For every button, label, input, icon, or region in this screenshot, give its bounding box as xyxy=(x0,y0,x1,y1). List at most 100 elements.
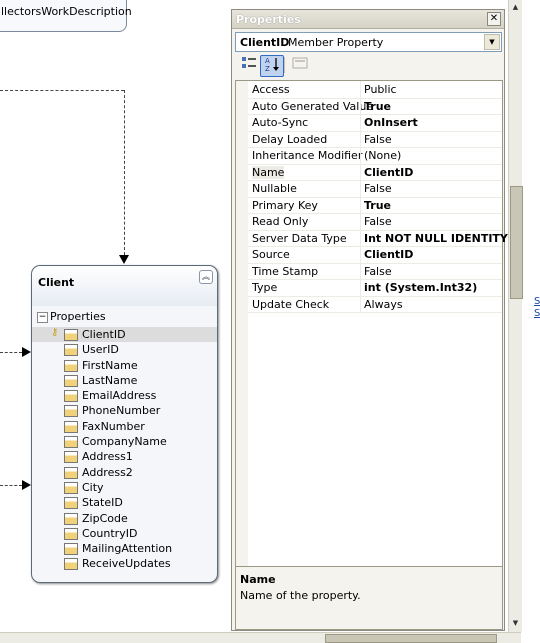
property-name-cell: Source xyxy=(252,248,290,261)
property-value-cell[interactable]: int (System.Int32) xyxy=(364,281,477,294)
property-value-cell[interactable]: ClientID xyxy=(364,166,413,179)
property-value-cell[interactable]: Public xyxy=(364,83,397,96)
properties-window: Properties ✕ ClientID Member Property ▼ … xyxy=(231,9,508,631)
property-grid-row[interactable]: Server Data Type Int NOT NULL IDENTITY xyxy=(248,229,508,247)
entity-property-row[interactable]: City xyxy=(32,480,217,495)
entity-header[interactable]: Client ︽ xyxy=(32,266,217,306)
property-name-cell: Time Stamp xyxy=(252,264,319,278)
entity-property-row[interactable]: EmailAddress xyxy=(32,388,217,403)
property-icon xyxy=(64,329,78,341)
column-divider xyxy=(360,279,361,296)
scroll-thumb[interactable] xyxy=(510,186,523,299)
client-entity-shape[interactable]: Client ︽ − Properties ⚷ ClientID UserID Fir… xyxy=(31,265,218,583)
property-name-cell: Server Data Type xyxy=(252,231,347,245)
entity-property-name: PhoneNumber xyxy=(82,404,161,418)
column-divider xyxy=(360,196,361,213)
scroll-up-icon[interactable]: ▲ xyxy=(510,2,521,13)
entity-property-name: CountryID xyxy=(82,526,138,540)
entity-property-row[interactable]: MailingAttention xyxy=(32,541,217,556)
property-value-cell[interactable]: True xyxy=(364,199,391,212)
property-grid-row[interactable]: Delay Loaded False xyxy=(248,130,502,148)
property-icon xyxy=(64,527,78,540)
entity-property-row[interactable]: UserID xyxy=(32,342,217,357)
collapse-minus-icon[interactable]: − xyxy=(37,312,48,323)
property-icon xyxy=(64,405,78,418)
horizontal-scrollbar[interactable] xyxy=(0,632,521,643)
property-value-cell[interactable]: False xyxy=(364,215,392,228)
property-value-cell[interactable]: ClientID xyxy=(364,248,413,261)
property-grid-row[interactable]: Auto Generated Value True xyxy=(248,97,502,115)
entity-property-name: City xyxy=(82,480,104,494)
column-divider xyxy=(360,213,361,230)
entity-property-row[interactable]: StateID xyxy=(32,495,217,510)
property-icon xyxy=(64,512,78,525)
object-selector[interactable]: ClientID Member Property ▼ xyxy=(235,32,502,52)
entity-property-row[interactable]: ReceiveUpdates xyxy=(32,556,217,571)
property-grid-row[interactable]: Time Stamp False xyxy=(248,262,502,280)
property-value-cell[interactable]: Int NOT NULL IDENTITY xyxy=(364,232,508,245)
clipped-link[interactable]: S xyxy=(534,308,540,319)
property-value-cell[interactable]: True xyxy=(364,100,391,113)
property-icon xyxy=(64,359,78,372)
property-icon xyxy=(64,558,78,571)
property-name-cell: Auto-Sync xyxy=(252,116,309,129)
properties-title-bar[interactable]: Properties ✕ xyxy=(232,10,504,29)
close-icon[interactable]: ✕ xyxy=(487,12,501,26)
entity-property-row[interactable]: ZipCode xyxy=(32,511,217,526)
entity-property-row[interactable]: FirstName xyxy=(32,358,217,373)
entity-shape-top[interactable]: llectorsWorkDescription xyxy=(0,0,132,32)
column-divider xyxy=(360,130,361,147)
property-grid-row[interactable]: Nullable False xyxy=(248,180,502,198)
entity-property-row[interactable]: PhoneNumber xyxy=(32,403,217,418)
property-pages-icon[interactable] xyxy=(288,55,312,77)
property-grid-row[interactable]: Source ClientID xyxy=(248,246,502,264)
property-name-cell: Inheritance Modifier xyxy=(252,149,363,162)
property-value-cell[interactable]: False xyxy=(364,133,392,146)
alphabetical-sort-icon[interactable]: AZ xyxy=(260,55,284,77)
property-value-cell[interactable]: False xyxy=(364,182,392,195)
property-grid-row[interactable]: Type int (System.Int32) xyxy=(248,279,502,297)
collapse-chevron-icon[interactable]: ︽ xyxy=(199,270,213,284)
scroll-down-icon[interactable]: ▼ xyxy=(510,618,521,629)
property-value-cell[interactable]: Always xyxy=(364,298,403,311)
object-name: ClientID xyxy=(240,36,290,49)
property-value-cell[interactable]: OnInsert xyxy=(364,116,418,129)
entity-property-row[interactable]: Address1 xyxy=(32,449,217,464)
property-icon xyxy=(64,466,78,479)
vertical-scrollbar[interactable]: ▲ ▼ xyxy=(508,0,523,632)
entity-property-row[interactable]: ⚷ ClientID xyxy=(32,327,217,343)
dropdown-arrow-icon[interactable]: ▼ xyxy=(484,34,500,50)
property-name-cell: Type xyxy=(252,281,278,294)
entity-property-row[interactable]: Address2 xyxy=(32,465,217,480)
entity-property-row[interactable]: CompanyName xyxy=(32,434,217,449)
section-label: Properties xyxy=(50,310,106,323)
association-line xyxy=(124,90,125,255)
entity-property-name: ClientID xyxy=(82,328,126,341)
categorized-icon[interactable] xyxy=(237,55,261,77)
grid-margin xyxy=(236,81,248,568)
entity-property-row[interactable]: FaxNumber xyxy=(32,419,217,434)
clipped-link[interactable]: S xyxy=(534,296,540,307)
entity-title: Client xyxy=(38,276,75,289)
property-grid-row[interactable]: Update Check Always xyxy=(248,295,502,313)
property-grid: Access Public Auto Generated Value True Auto… xyxy=(235,80,508,569)
primary-key-icon: ⚷ xyxy=(51,327,59,338)
property-grid-row[interactable]: Auto-Sync OnInsert xyxy=(248,114,502,132)
property-grid-row[interactable]: Primary Key True xyxy=(248,196,502,214)
property-grid-row[interactable]: Name ClientID xyxy=(248,163,502,181)
association-line xyxy=(0,352,22,353)
property-name-cell: Name xyxy=(252,165,285,179)
property-grid-row[interactable]: Read Only False xyxy=(248,213,502,231)
entity-property-row[interactable]: LastName xyxy=(32,373,217,388)
association-line xyxy=(0,485,22,486)
property-icon xyxy=(64,390,78,403)
property-grid-row[interactable]: Inheritance Modifier (None) xyxy=(248,147,502,165)
property-grid-row[interactable]: Access Public xyxy=(248,81,502,99)
property-icon xyxy=(64,481,78,494)
entity-property-row[interactable]: CountryID xyxy=(32,526,217,541)
entity-property-name: UserID xyxy=(82,343,119,357)
property-value-cell[interactable]: (None) xyxy=(364,149,401,162)
property-icon xyxy=(64,497,78,510)
property-icon xyxy=(64,543,78,556)
property-value-cell[interactable]: False xyxy=(364,265,392,278)
